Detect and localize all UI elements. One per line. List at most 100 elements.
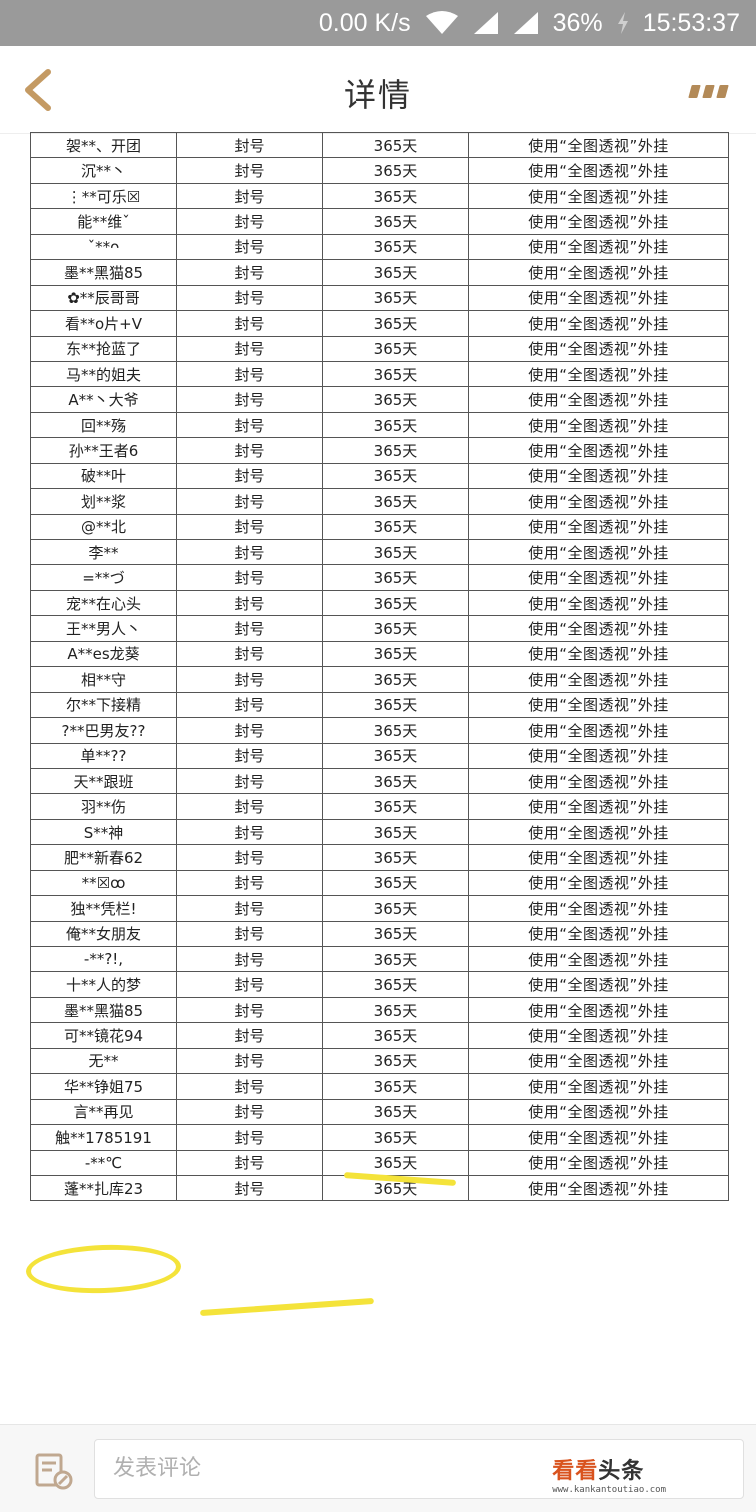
reason-cell: 使用“全图透视”外挂 bbox=[468, 335, 729, 362]
player-name-cell: A**es龙葵 bbox=[30, 640, 177, 668]
penalty-cell: 封号 bbox=[176, 564, 323, 591]
player-name-cell: 独**凭栏! bbox=[30, 895, 177, 922]
table-row: 王**男人丶 封号 365天 使用“全图透视”外挂 bbox=[30, 615, 729, 642]
penalty-cell: 封号 bbox=[176, 411, 323, 439]
player-name-cell: 沉**丶 bbox=[30, 157, 177, 184]
duration-cell: 365天 bbox=[322, 208, 469, 235]
table-row: 看**o片+V 封号 365天 使用“全图透视”外挂 bbox=[30, 310, 729, 337]
table-row: 破**叶 封号 365天 使用“全图透视”外挂 bbox=[30, 462, 729, 490]
duration-cell: 365天 bbox=[322, 945, 469, 973]
page-title: 详情 bbox=[343, 76, 412, 114]
penalty-cell: 封号 bbox=[176, 386, 323, 413]
bottom-bar: 发表评论 看看头条 www.kankantoutiao.com bbox=[0, 1424, 756, 1512]
duration-cell: 365天 bbox=[322, 411, 469, 439]
duration-cell: 365天 bbox=[322, 437, 469, 464]
duration-cell: 365天 bbox=[322, 691, 469, 719]
table-row: 羽**伤 封号 365天 使用“全图透视”外挂 bbox=[30, 793, 729, 820]
duration-cell: 365天 bbox=[322, 615, 469, 642]
edit-comment-icon[interactable] bbox=[34, 1451, 74, 1491]
table-row: 东**抢蓝了 封号 365天 使用“全图透视”外挂 bbox=[30, 335, 729, 362]
reason-cell: 使用“全图透视”外挂 bbox=[468, 1149, 729, 1176]
reason-cell: 使用“全图透视”外挂 bbox=[468, 1073, 729, 1100]
duration-cell: 365天 bbox=[322, 157, 469, 184]
duration-cell: 365天 bbox=[322, 895, 469, 922]
player-name-cell: A**丶大爷 bbox=[30, 386, 177, 413]
player-name-cell: ✿**辰哥哥 bbox=[30, 284, 177, 312]
reason-cell: 使用“全图透视”外挂 bbox=[468, 284, 729, 312]
player-name-cell: -**℃ bbox=[30, 1149, 177, 1176]
penalty-cell: 封号 bbox=[176, 793, 323, 820]
player-name-cell: 袈**、开团 bbox=[30, 131, 177, 159]
penalty-cell: 封号 bbox=[176, 488, 323, 515]
table-row: 单**?? 封号 365天 使用“全图透视”外挂 bbox=[30, 742, 729, 769]
penalty-cell: 封号 bbox=[176, 437, 323, 464]
player-name-cell: 宠**在心头 bbox=[30, 589, 177, 617]
reason-cell: 使用“全图透视”外挂 bbox=[468, 717, 729, 744]
penalty-cell: 封号 bbox=[176, 157, 323, 184]
reason-cell: 使用“全图透视”外挂 bbox=[468, 1174, 729, 1202]
player-name-cell: 李** bbox=[30, 538, 177, 566]
reason-cell: 使用“全图透视”外挂 bbox=[468, 895, 729, 922]
clock: 15:53:37 bbox=[642, 8, 740, 37]
player-name-cell: 华**铮姐75 bbox=[30, 1073, 177, 1100]
duration-cell: 365天 bbox=[322, 1124, 469, 1151]
network-speed: 0.00 K/s bbox=[318, 8, 411, 37]
table-row: 言**再见 封号 365天 使用“全图透视”外挂 bbox=[30, 1098, 729, 1126]
table-row: 肥**新春62 封号 365天 使用“全图透视”外挂 bbox=[30, 844, 729, 871]
table-row: 可**镜花94 封号 365天 使用“全图透视”外挂 bbox=[30, 1022, 729, 1049]
player-name-cell: ?**巴男友?? bbox=[30, 717, 177, 744]
player-name-cell: 马**的姐夫 bbox=[30, 360, 177, 388]
more-icon[interactable] bbox=[688, 80, 734, 102]
duration-cell: 365天 bbox=[322, 920, 469, 948]
penalty-cell: 封号 bbox=[176, 310, 323, 337]
table-row: @**北 封号 365天 使用“全图透视”外挂 bbox=[30, 513, 729, 541]
penalty-cell: 封号 bbox=[176, 182, 323, 210]
reason-cell: 使用“全图透视”外挂 bbox=[468, 844, 729, 871]
duration-cell: 365天 bbox=[322, 386, 469, 413]
penalty-cell: 封号 bbox=[176, 666, 323, 693]
duration-cell: 365天 bbox=[322, 793, 469, 820]
player-name-cell: ⋮**可乐☒ bbox=[30, 182, 177, 210]
penalty-cell: 封号 bbox=[176, 895, 323, 922]
duration-cell: 365天 bbox=[322, 233, 469, 261]
reason-cell: 使用“全图透视”外挂 bbox=[468, 1022, 729, 1049]
player-name-cell: 无** bbox=[30, 1047, 177, 1075]
watermark-sub: 头条 bbox=[598, 1459, 645, 1484]
duration-cell: 365天 bbox=[322, 844, 469, 871]
reason-cell: 使用“全图透视”外挂 bbox=[468, 920, 729, 948]
penalty-cell: 封号 bbox=[176, 259, 323, 286]
duration-cell: 365天 bbox=[322, 869, 469, 897]
duration-cell: 365天 bbox=[322, 666, 469, 693]
signal-icon bbox=[473, 12, 498, 34]
player-name-cell: 划**浆 bbox=[30, 488, 177, 515]
reason-cell: 使用“全图透视”外挂 bbox=[468, 131, 729, 159]
reason-cell: 使用“全图透视”外挂 bbox=[468, 310, 729, 337]
table-row: A**es龙葵 封号 365天 使用“全图透视”外挂 bbox=[30, 640, 729, 668]
table-row: **☒ꝏ 封号 365天 使用“全图透视”外挂 bbox=[30, 869, 729, 897]
player-name-cell: 能**维ˇ bbox=[30, 208, 177, 235]
watermark-url: www.kankantoutiao.com bbox=[552, 1485, 666, 1495]
duration-cell: 365天 bbox=[322, 360, 469, 388]
table-row: 沉**丶 封号 365天 使用“全图透视”外挂 bbox=[30, 157, 729, 184]
player-name-cell: @**北 bbox=[30, 513, 177, 541]
reason-cell: 使用“全图透视”外挂 bbox=[468, 233, 729, 261]
player-name-cell: **☒ꝏ bbox=[30, 869, 177, 897]
table-row: ✿**辰哥哥 封号 365天 使用“全图透视”外挂 bbox=[30, 284, 729, 312]
player-name-cell: 王**男人丶 bbox=[30, 615, 177, 642]
player-name-cell: 天**跟班 bbox=[30, 767, 177, 795]
penalty-cell: 封号 bbox=[176, 844, 323, 871]
penalty-cell: 封号 bbox=[176, 945, 323, 973]
duration-cell: 365天 bbox=[322, 488, 469, 515]
reason-cell: 使用“全图透视”外挂 bbox=[468, 157, 729, 184]
duration-cell: 365天 bbox=[322, 335, 469, 362]
content-area: 袈**、开团 封号 365天 使用“全图透视”外挂 沉**丶 封号 365天 使用“全图透视”… bbox=[0, 131, 756, 1424]
table-row: 马**的姐夫 封号 365天 使用“全图透视”外挂 bbox=[30, 360, 729, 388]
player-name-cell: 单**?? bbox=[30, 742, 177, 769]
penalty-cell: 封号 bbox=[176, 1149, 323, 1176]
penalty-cell: 封号 bbox=[176, 691, 323, 719]
table-row: -**℃ 封号 365天 使用“全图透视”外挂 bbox=[30, 1149, 729, 1176]
duration-cell: 365天 bbox=[322, 259, 469, 286]
table-row: 墨**黑猫85 封号 365天 使用“全图透视”外挂 bbox=[30, 996, 729, 1024]
player-name-cell: 俺**女朋友 bbox=[30, 920, 177, 948]
player-name-cell: 羽**伤 bbox=[30, 793, 177, 820]
